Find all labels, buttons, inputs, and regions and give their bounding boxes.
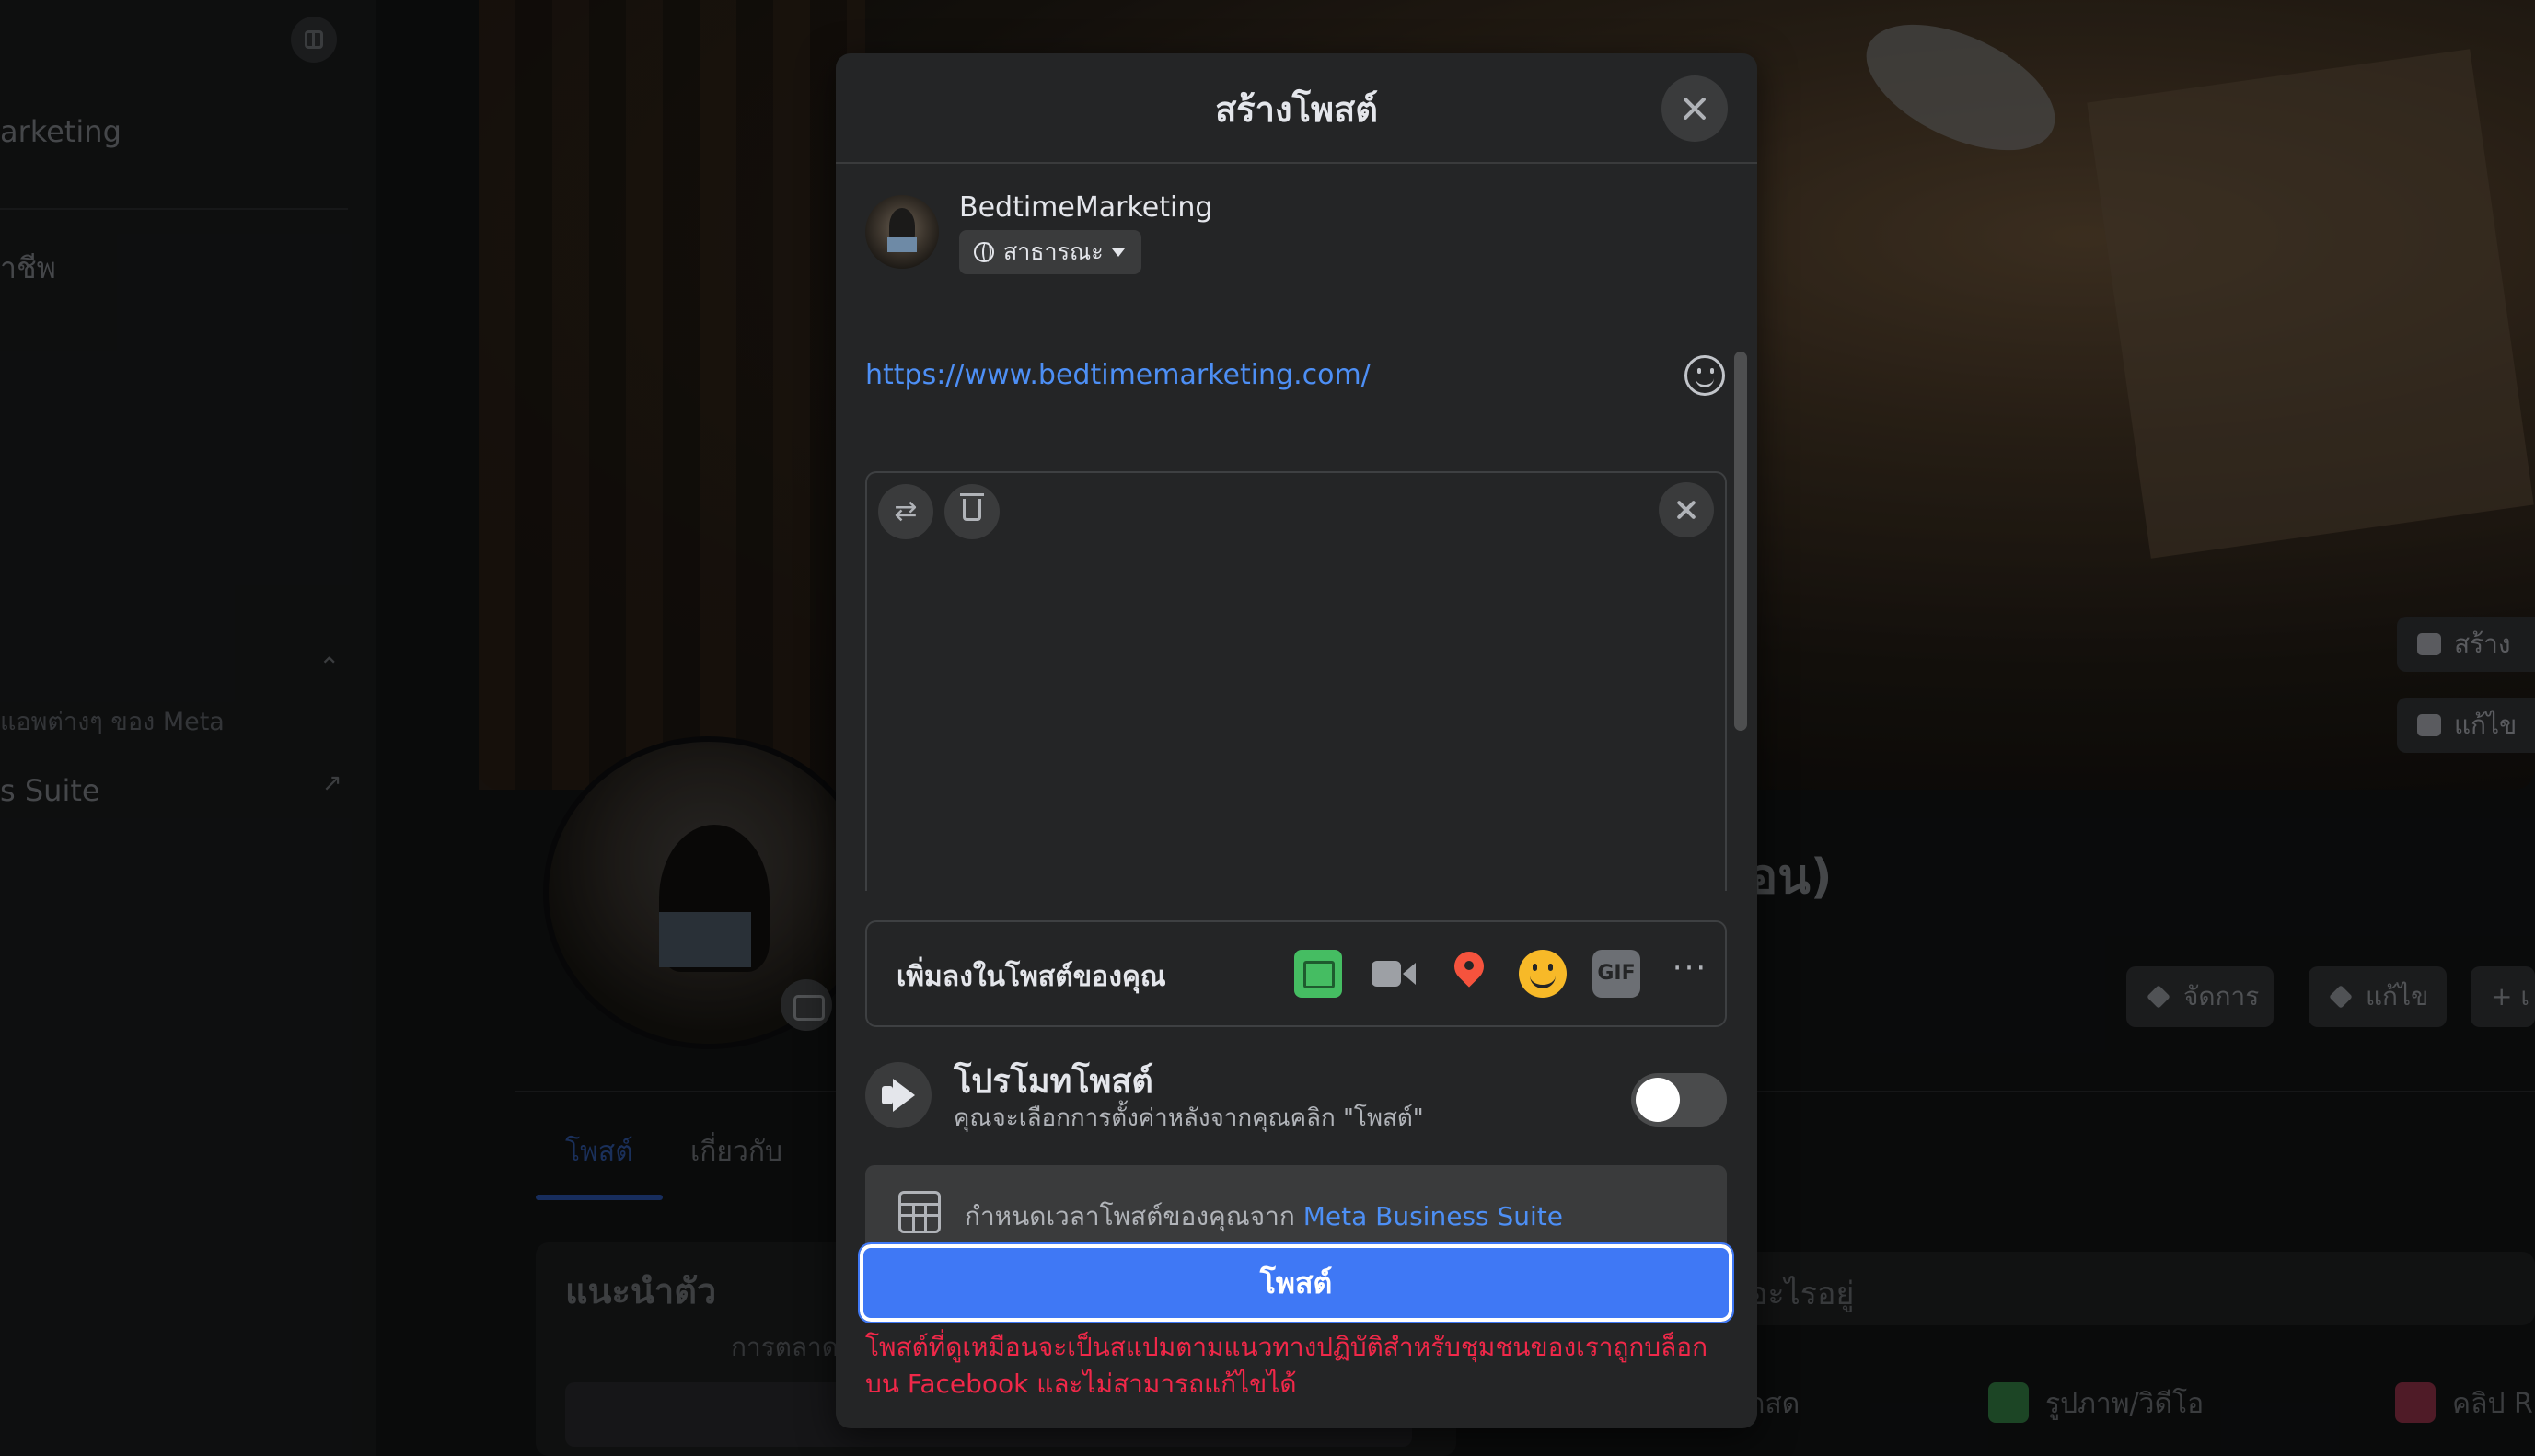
toggle-knob xyxy=(1636,1078,1680,1122)
post-content-area[interactable]: https://www.bedtimemarketing.com/ ⇄ xyxy=(836,320,1757,891)
post-button[interactable]: โพสต์ xyxy=(858,1242,1734,1323)
photo-video-icon[interactable] xyxy=(1294,950,1342,998)
avatar-screen xyxy=(887,237,917,252)
author-name: BedtimeMarketing xyxy=(959,191,1213,224)
feeling-icon[interactable] xyxy=(1519,950,1567,998)
close-dialog-button[interactable] xyxy=(1661,75,1728,142)
dialog-header: สร้างโพสต์ xyxy=(836,53,1757,164)
page: arketing าชีพ ⌃ แอพต่างๆ ของ Meta s Suit… xyxy=(0,0,2535,1456)
remove-preview-button[interactable] xyxy=(1659,482,1714,537)
promote-post-row: โปรโมทโพสต์ คุณจะเลือกการตั้งค่าหลังจากค… xyxy=(865,1046,1727,1138)
delete-preview-button[interactable] xyxy=(944,484,1000,539)
add-to-post-label: เพิ่มลงในโพสต์ของคุณ xyxy=(897,961,1166,993)
swap-preview-button[interactable]: ⇄ xyxy=(878,484,933,539)
emoji-icon[interactable] xyxy=(1684,355,1725,396)
error-message: โพสต์ที่ดูเหมือนจะเป็นสแปมตามแนวทางปฏิบั… xyxy=(865,1332,1708,1399)
more-icon[interactable]: ··· xyxy=(1666,950,1714,998)
gif-icon[interactable]: GIF xyxy=(1592,950,1640,998)
schedule-text: กำหนดเวลาโพสต์ของคุณจาก Meta Business Su… xyxy=(965,1196,1563,1237)
schedule-label: กำหนดเวลาโพสต์ของคุณจาก xyxy=(965,1201,1303,1231)
link-preview: ⇄ xyxy=(865,471,1727,891)
megaphone-icon xyxy=(865,1062,932,1128)
meta-business-suite-link[interactable]: Meta Business Suite xyxy=(1303,1201,1563,1231)
audience-label: สาธารณะ xyxy=(1003,238,1104,265)
create-post-dialog: สร้างโพสต์ BedtimeMarketing สาธารณะ http… xyxy=(836,53,1757,1428)
globe-icon xyxy=(974,242,994,262)
scrollbar[interactable] xyxy=(1734,352,1747,731)
trash-icon xyxy=(960,493,984,521)
promote-toggle[interactable] xyxy=(1631,1073,1727,1127)
swap-icon: ⇄ xyxy=(894,495,918,527)
audience-selector[interactable]: สาธารณะ xyxy=(959,230,1141,274)
location-icon[interactable] xyxy=(1445,950,1493,998)
dialog-title: สร้างโพสต์ xyxy=(1215,89,1378,130)
video-camera-icon[interactable] xyxy=(1370,950,1418,998)
add-to-post-bar: เพิ่มลงในโพสต์ของคุณ GIF ··· xyxy=(865,920,1727,1027)
post-text-input[interactable]: https://www.bedtimemarketing.com/ xyxy=(865,359,1371,391)
caret-down-icon xyxy=(1112,248,1125,257)
calendar-icon xyxy=(898,1191,941,1233)
promote-subtitle: คุณจะเลือกการตั้งค่าหลังจากคุณคลิก "โพสต… xyxy=(954,1104,1424,1132)
avatar xyxy=(865,195,939,269)
